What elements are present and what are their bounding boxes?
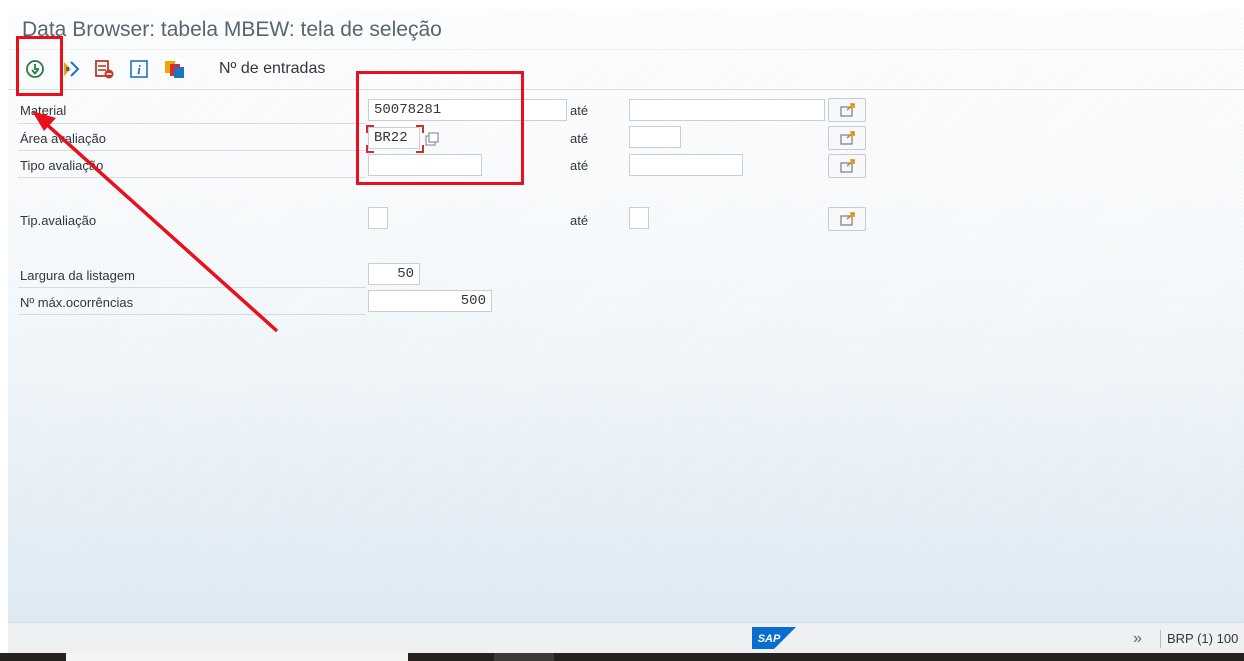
taskbar-segment xyxy=(494,653,554,661)
annotation-arrow xyxy=(32,111,279,333)
system-info[interactable]: BRP (1) 100 xyxy=(1167,631,1238,646)
sap-logo: SAP xyxy=(752,627,796,649)
status-expand-icon[interactable]: » xyxy=(1133,630,1142,648)
svg-text:SAP: SAP xyxy=(758,633,781,645)
taskbar-segment xyxy=(66,653,408,661)
status-divider xyxy=(1160,630,1161,648)
status-bar xyxy=(8,622,1244,654)
